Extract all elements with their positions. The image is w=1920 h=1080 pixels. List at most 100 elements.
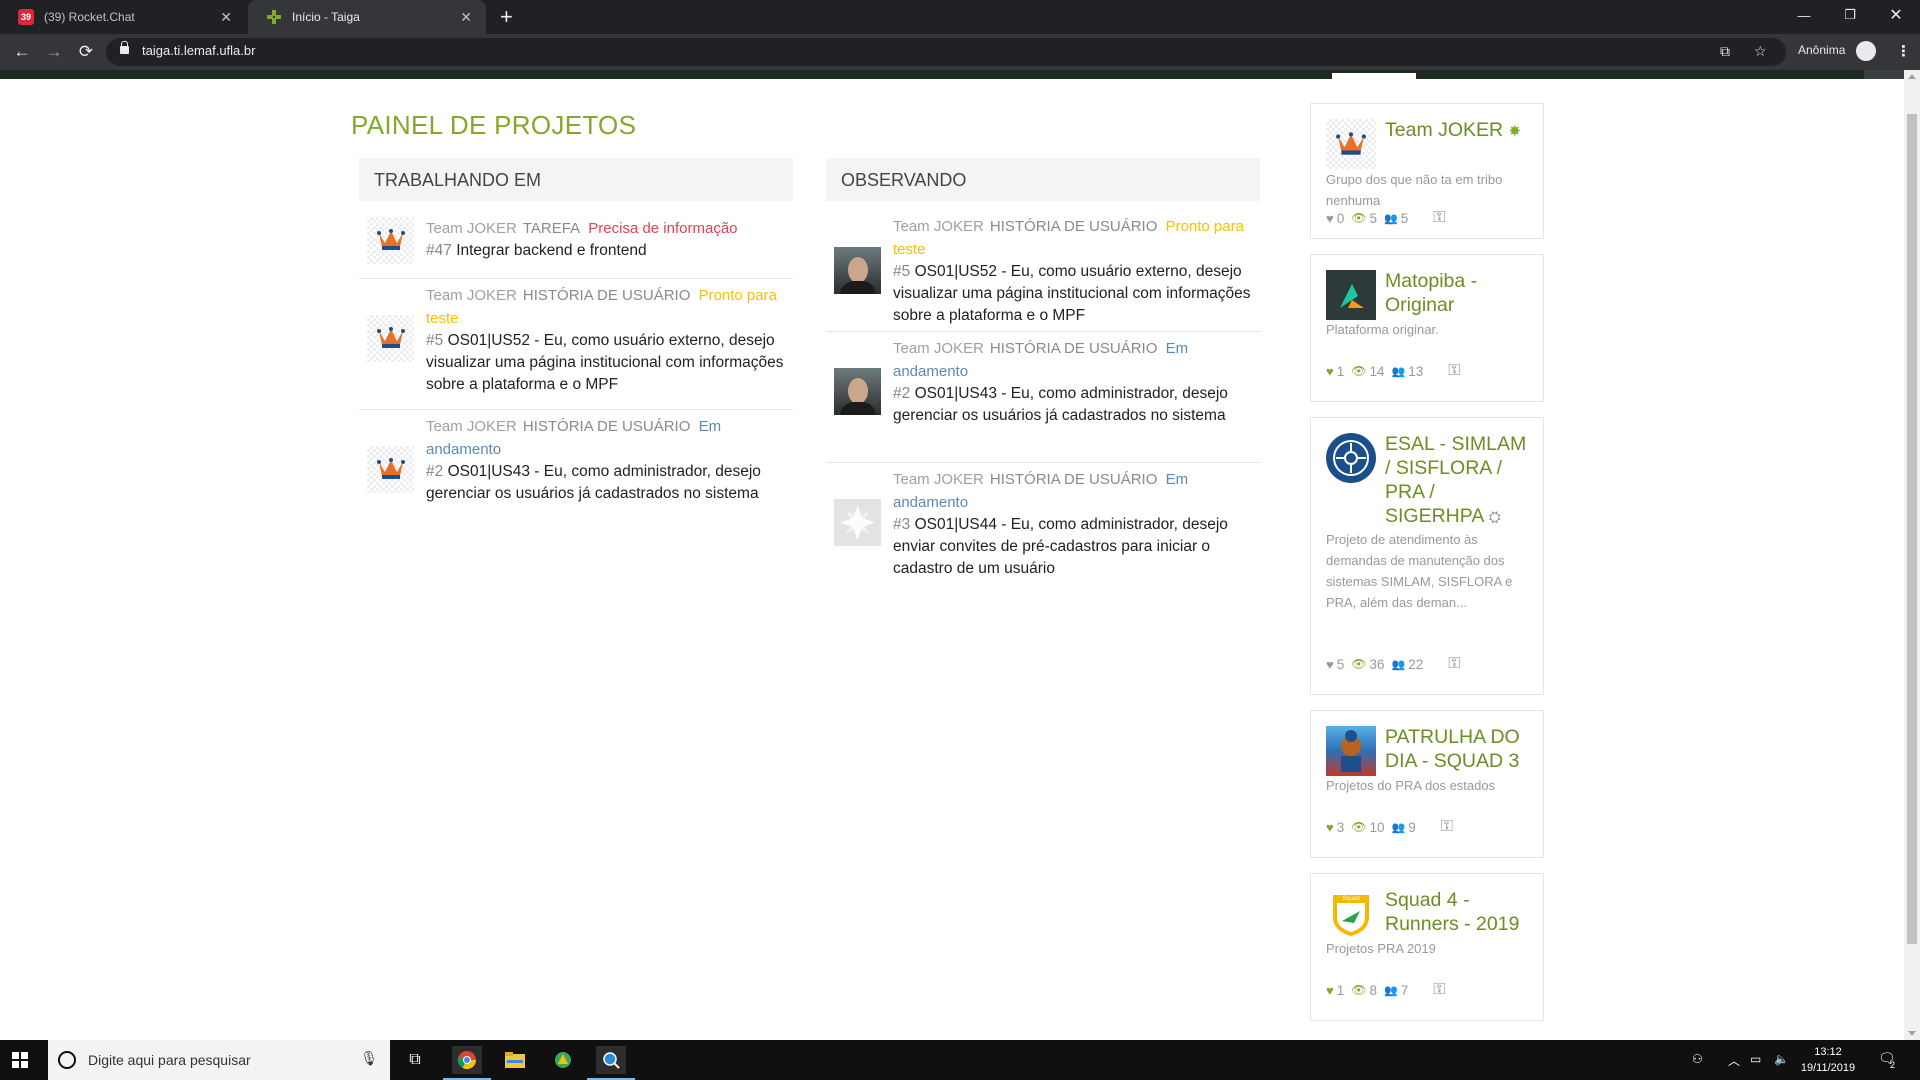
app-icon[interactable] xyxy=(548,1046,578,1074)
close-window-icon[interactable]: ✕ xyxy=(1873,0,1919,30)
item-description[interactable]: #5 OS01|US52 - Eu, como usuário externo,… xyxy=(893,261,1260,327)
taiga-navbar xyxy=(0,70,1904,79)
item-ref: #2 xyxy=(426,463,444,480)
profile-label[interactable]: Anônima xyxy=(1798,43,1845,57)
item-project[interactable]: Team JOKER xyxy=(426,220,517,237)
page-scrollbar[interactable] xyxy=(1904,70,1920,1040)
item-description[interactable]: #2 OS01|US43 - Eu, como administrador, d… xyxy=(426,461,793,505)
chevron-up-icon[interactable]: ︿ xyxy=(1728,1052,1740,1069)
eye-icon[interactable]: 👁 xyxy=(1351,657,1366,671)
windows-start-icon[interactable] xyxy=(12,1052,28,1068)
item-project[interactable]: Team JOKER xyxy=(893,340,984,357)
list-item[interactable]: Team JOKER HISTÓRIA DE USUÁRIO Pronto par… xyxy=(359,279,793,410)
taskbar-clock[interactable]: 13:12 19/11/2019 xyxy=(1796,1044,1860,1076)
item-description[interactable]: #3 OS01|US44 - Eu, como administrador, d… xyxy=(893,514,1260,580)
item-project[interactable]: Team JOKER xyxy=(893,218,984,235)
tab-taiga[interactable]: Início - Taiga ✕ xyxy=(248,0,486,34)
item-meta: Team JOKER HISTÓRIA DE USUÁRIO Pronto par… xyxy=(426,284,793,330)
item-text[interactable]: OS01|US43 - Eu, como administrador, dese… xyxy=(893,385,1228,424)
project-description: Grupo dos que não ta em tribo nenhuma xyxy=(1326,172,1503,208)
heart-icon[interactable]: ♥ xyxy=(1326,364,1334,379)
close-tab-icon[interactable]: ✕ xyxy=(220,9,232,26)
url-field[interactable] xyxy=(106,38,1786,66)
chrome-icon[interactable] xyxy=(443,1046,491,1080)
reload-icon[interactable]: ⟳ xyxy=(74,40,98,64)
lock-icon[interactable] xyxy=(120,41,129,54)
taskbar-search[interactable]: Digite aqui para pesquisar 🎙 xyxy=(48,1040,390,1080)
project-card[interactable]: Squad Squad 4 - Runners - 2019 Projetos … xyxy=(1310,873,1544,1021)
project-description: Projetos do PRA dos estados xyxy=(1326,778,1496,793)
task-view-icon[interactable]: ⧉ xyxy=(400,1046,430,1074)
jester-project-icon xyxy=(367,315,414,362)
project-name[interactable]: Team JOKER ✸ xyxy=(1385,118,1530,144)
project-card[interactable]: ESAL - SIMLAM / SISFLORA / PRA / SIGERHP… xyxy=(1310,417,1544,695)
project-name[interactable]: Matopiba - Originar xyxy=(1385,269,1530,317)
project-card[interactable]: PATRULHA DO DIA - SQUAD 3 Projetos do PR… xyxy=(1310,710,1544,858)
item-text[interactable]: OS01|US52 - Eu, como usuário externo, de… xyxy=(893,263,1251,324)
people-tray-icon[interactable]: ⚇ xyxy=(1692,1052,1703,1066)
eye-icon[interactable]: 👁 xyxy=(1351,364,1366,378)
forward-icon[interactable]: → xyxy=(42,40,66,64)
project-name[interactable]: ESAL - SIMLAM / SISFLORA / PRA / SIGERHP… xyxy=(1385,432,1530,530)
item-description[interactable]: #2 OS01|US43 - Eu, como administrador, d… xyxy=(893,383,1260,427)
item-meta: Team JOKER TAREFA Precisa de informação xyxy=(426,217,793,240)
new-tab-icon[interactable]: + xyxy=(500,4,513,30)
minimize-icon[interactable]: — xyxy=(1781,0,1827,30)
navbar-active-indicator xyxy=(1332,73,1416,79)
item-text[interactable]: Integrar backend e frontend xyxy=(456,242,646,259)
heart-icon[interactable]: ♥ xyxy=(1326,983,1334,998)
scroll-up-icon[interactable] xyxy=(1908,74,1916,79)
scroll-down-icon[interactable] xyxy=(1908,1031,1916,1036)
translate-icon[interactable]: ⧉ xyxy=(1720,43,1730,60)
network-icon[interactable]: ▭ xyxy=(1750,1052,1761,1066)
list-item[interactable]: Team JOKER HISTÓRIA DE USUÁRIO Em andamen… xyxy=(826,463,1260,594)
tab-rocketchat[interactable]: 39 (39) Rocket.Chat ✕ xyxy=(0,0,246,34)
eye-icon[interactable]: 👁 xyxy=(1351,983,1366,997)
volume-icon[interactable]: 🔈 xyxy=(1774,1052,1789,1066)
people-icon: 👥 xyxy=(1391,365,1406,378)
list-item[interactable]: Team JOKER HISTÓRIA DE USUÁRIO Em andamen… xyxy=(826,332,1260,463)
cortana-icon[interactable] xyxy=(58,1051,76,1069)
originar-logo-icon xyxy=(1326,270,1376,320)
watching-heading: OBSERVANDO xyxy=(826,158,1260,201)
user-avatar[interactable] xyxy=(1864,70,1904,79)
close-tab-icon[interactable]: ✕ xyxy=(460,9,472,26)
list-item[interactable]: Team JOKER HISTÓRIA DE USUÁRIO Pronto par… xyxy=(826,201,1260,332)
list-item[interactable]: Team JOKER TAREFA Precisa de informação #… xyxy=(359,201,793,279)
notification-count: 2 xyxy=(1890,1060,1896,1070)
project-name[interactable]: Squad 4 - Runners - 2019 xyxy=(1385,888,1530,936)
heart-icon[interactable]: ♥ xyxy=(1326,820,1334,835)
item-project[interactable]: Team JOKER xyxy=(426,287,517,304)
eye-icon[interactable]: 👁 xyxy=(1351,211,1366,225)
heart-icon[interactable]: ♥ xyxy=(1326,211,1334,226)
item-text[interactable]: OS01|US52 - Eu, como usuário externo, de… xyxy=(426,332,784,393)
project-name[interactable]: PATRULHA DO DIA - SQUAD 3 xyxy=(1385,725,1530,773)
eye-icon[interactable]: 👁 xyxy=(1351,820,1366,834)
incognito-icon[interactable] xyxy=(1856,41,1876,61)
search-placeholder[interactable]: Digite aqui para pesquisar xyxy=(88,1052,251,1068)
restore-icon[interactable]: ❐ xyxy=(1827,0,1873,30)
back-icon[interactable]: ← xyxy=(10,40,34,64)
list-item[interactable]: Team JOKER HISTÓRIA DE USUÁRIO Em andamen… xyxy=(359,410,793,541)
file-explorer-icon[interactable] xyxy=(500,1046,530,1074)
menu-kebab-icon[interactable]: ⋮ xyxy=(1896,42,1911,60)
bookmark-star-icon[interactable]: ☆ xyxy=(1754,43,1767,60)
heart-icon[interactable]: ♥ xyxy=(1326,657,1334,672)
item-project[interactable]: Team JOKER xyxy=(893,471,984,488)
item-description[interactable]: #5 OS01|US52 - Eu, como usuário externo,… xyxy=(426,330,793,396)
item-text[interactable]: OS01|US44 - Eu, como administrador, dese… xyxy=(893,516,1228,577)
people-icon: 👥 xyxy=(1383,212,1398,225)
item-meta: Team JOKER HISTÓRIA DE USUÁRIO Pronto par… xyxy=(893,215,1260,261)
url-text[interactable]: taiga.ti.lemaf.ufla.br xyxy=(142,43,255,58)
project-card[interactable]: Matopiba - Originar Plataforma originar.… xyxy=(1310,254,1544,402)
item-description[interactable]: #47 Integrar backend e frontend xyxy=(426,240,793,262)
search-app-icon[interactable] xyxy=(587,1046,635,1080)
project-stats: ♥ 1 👁 8 👥 7 ⚿ xyxy=(1326,981,1445,999)
item-text[interactable]: OS01|US43 - Eu, como administrador, dese… xyxy=(426,463,761,502)
microphone-icon[interactable]: 🎙 xyxy=(360,1050,378,1067)
item-project[interactable]: Team JOKER xyxy=(426,418,517,435)
scrollbar-thumb[interactable] xyxy=(1907,114,1917,944)
members-count: 22 xyxy=(1408,656,1424,672)
project-card[interactable]: Team JOKER ✸ Grupo dos que não ta em tri… xyxy=(1310,103,1544,239)
watchers-count: 8 xyxy=(1369,982,1377,998)
